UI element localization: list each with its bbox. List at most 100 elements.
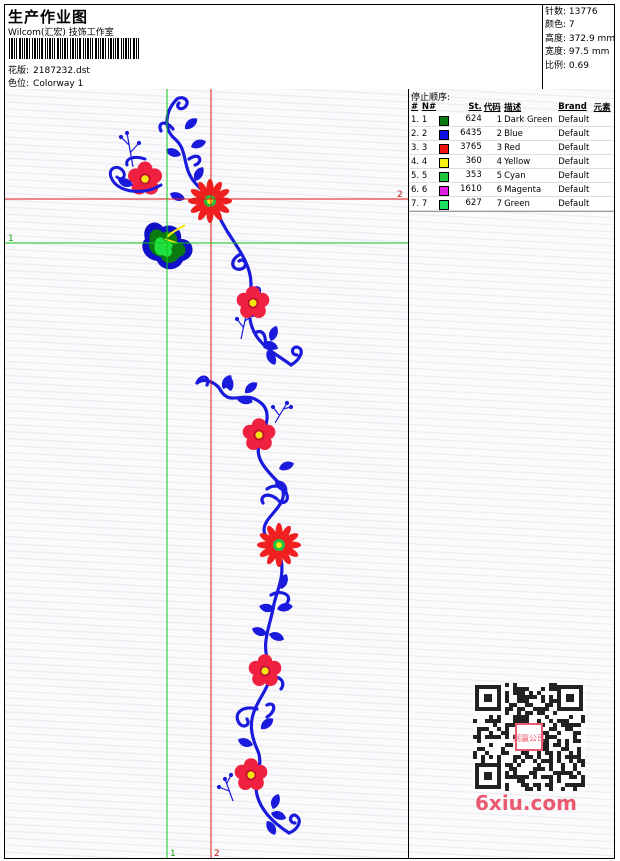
row-code: 2 bbox=[482, 126, 504, 141]
stop-sequence-table: # N# St. 代码 描述 Brand 元素 1. 1 624 1 Dark Gree… bbox=[410, 101, 613, 211]
table-row: 2. 2 6435 2 Blue Default bbox=[410, 126, 613, 141]
stat-height: 高度: 372.9 mm bbox=[545, 33, 616, 44]
table-row: 6. 6 1610 6 Magenta Default bbox=[410, 182, 613, 197]
row-description: Magenta bbox=[503, 182, 558, 197]
design-file-label: 花版: bbox=[8, 66, 30, 76]
row-description: Blue bbox=[503, 126, 558, 141]
guide-label-v2: 2 bbox=[214, 849, 220, 858]
col-number: N# bbox=[421, 102, 437, 112]
col-stitches: St. bbox=[468, 102, 482, 112]
vine-leaves bbox=[164, 115, 296, 837]
page-title: 生产作业图 bbox=[8, 8, 89, 26]
row-index: 5. bbox=[410, 168, 421, 183]
design-stats-panel: 针数: 13776 颜色: 7 高度: 372.9 mm 宽度: 97.5 mm… bbox=[542, 5, 616, 89]
color-swatch bbox=[439, 115, 450, 126]
row-brand: Default bbox=[557, 168, 593, 183]
row-number: 6 bbox=[420, 182, 439, 197]
stat-colors: 颜色: 7 bbox=[545, 20, 575, 31]
design-file-value: 2187232.dst bbox=[33, 66, 90, 76]
row-brand: Default bbox=[557, 154, 593, 169]
qr-seal-text: 网赢公司 bbox=[513, 733, 545, 743]
small-flower bbox=[234, 758, 268, 790]
table-header-row: # N# St. 代码 描述 Brand 元素 bbox=[410, 101, 613, 113]
row-number: 7 bbox=[420, 196, 439, 211]
col-description: 描述 bbox=[504, 103, 522, 113]
row-number: 1 bbox=[420, 113, 439, 127]
row-element bbox=[592, 126, 613, 141]
qr-code-image: 网赢公司 bbox=[473, 683, 585, 791]
row-brand: Default bbox=[557, 196, 593, 211]
row-number: 4 bbox=[420, 154, 439, 169]
col-element: 元素 bbox=[593, 103, 611, 113]
colorway-line: 色位: Colorway 1 bbox=[8, 76, 83, 89]
embroidery-design-preview: 2 1 2 1 bbox=[5, 89, 409, 858]
design-file-line: 花版: 2187232.dst bbox=[8, 63, 90, 76]
production-worksheet: 生产作业图 Wilcom(汇宏) 技饰工作室 花版: 2187232.dst 色位… bbox=[4, 4, 615, 859]
row-index: 3. bbox=[410, 140, 421, 155]
row-stitches: 627 bbox=[438, 196, 483, 211]
color-swatch bbox=[439, 157, 450, 168]
colorway-label: 色位: bbox=[8, 79, 30, 89]
row-element bbox=[592, 140, 613, 155]
small-flower bbox=[242, 418, 276, 450]
table-row: 3. 3 3765 3 Red Default bbox=[410, 140, 613, 155]
row-index: 4. bbox=[410, 154, 421, 169]
col-index: # bbox=[411, 102, 419, 112]
studio-subtitle: Wilcom(汇宏) 技饰工作室 bbox=[8, 28, 114, 38]
watermark-logo: 6xiu.com bbox=[475, 791, 577, 815]
col-code: 代码 bbox=[483, 103, 501, 113]
table-row: 4. 4 360 4 Yellow Default bbox=[410, 154, 613, 169]
vine-stem bbox=[158, 96, 303, 835]
col-brand: Brand bbox=[558, 102, 587, 112]
colorway-value: Colorway 1 bbox=[33, 79, 84, 89]
guide-label-h2: 2 bbox=[397, 190, 403, 200]
row-stitches: 6435 bbox=[438, 126, 483, 141]
worksheet-header: 生产作业图 Wilcom(汇宏) 技饰工作室 花版: 2187232.dst 色位… bbox=[5, 5, 616, 90]
small-flower bbox=[248, 654, 282, 686]
row-index: 6. bbox=[410, 182, 421, 197]
stat-scale: 比例: 0.69 bbox=[545, 60, 589, 71]
table-divider bbox=[409, 211, 614, 212]
row-number: 2 bbox=[420, 126, 439, 141]
row-stitches: 360 bbox=[438, 154, 483, 169]
embroidery-artwork: 2 1 2 1 bbox=[5, 89, 408, 858]
row-element bbox=[592, 113, 613, 127]
row-index: 1. bbox=[410, 113, 421, 127]
row-brand: Default bbox=[557, 182, 593, 197]
color-swatch bbox=[439, 129, 450, 140]
daisy-flower bbox=[188, 179, 232, 223]
color-swatch bbox=[439, 199, 450, 210]
row-code: 4 bbox=[482, 154, 504, 169]
color-swatch bbox=[439, 143, 450, 154]
row-stitches: 1610 bbox=[438, 182, 483, 197]
table-row: 5. 5 353 5 Cyan Default bbox=[410, 168, 613, 183]
stop-sequence-panel: 停止顺序: # N# St. 代码 描述 Brand 元素 1. 1 624 1 Dar… bbox=[409, 89, 614, 858]
row-description: Dark Green bbox=[503, 113, 558, 127]
row-stitches: 624 bbox=[438, 113, 483, 127]
row-element bbox=[592, 196, 613, 211]
row-element bbox=[592, 168, 613, 183]
row-code: 6 bbox=[482, 182, 504, 197]
row-index: 2. bbox=[410, 126, 421, 141]
row-element bbox=[592, 182, 613, 197]
small-flower bbox=[236, 286, 270, 318]
stat-width: 宽度: 97.5 mm bbox=[545, 47, 610, 58]
guide-label-v1: 1 bbox=[170, 849, 176, 858]
color-swatch bbox=[439, 185, 450, 196]
row-element bbox=[592, 154, 613, 169]
row-description: Red bbox=[503, 140, 558, 155]
row-code: 5 bbox=[482, 168, 504, 183]
row-code: 1 bbox=[482, 113, 504, 127]
row-stitches: 3765 bbox=[438, 140, 483, 155]
row-index: 7. bbox=[410, 196, 421, 211]
stat-stitches: 针数: 13776 bbox=[545, 7, 598, 17]
row-brand: Default bbox=[557, 113, 593, 127]
table-row: 1. 1 624 1 Dark Green Default bbox=[410, 113, 613, 127]
row-brand: Default bbox=[557, 140, 593, 155]
row-number: 5 bbox=[420, 168, 439, 183]
color-swatch bbox=[439, 171, 450, 182]
row-description: Green bbox=[503, 196, 558, 211]
row-brand: Default bbox=[557, 126, 593, 141]
barcode-image bbox=[9, 38, 139, 59]
guide-label-h1: 1 bbox=[8, 234, 14, 244]
